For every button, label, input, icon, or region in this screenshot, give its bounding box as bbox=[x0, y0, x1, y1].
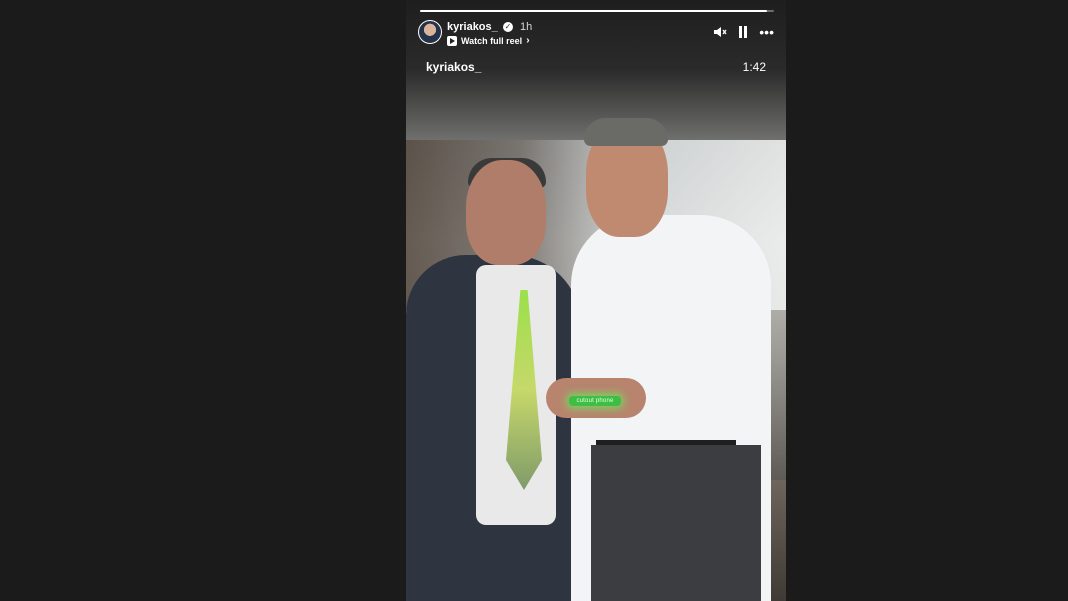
watch-full-reel-link[interactable]: Watch full reel › bbox=[447, 35, 530, 46]
reel-username[interactable]: kyriakos_ bbox=[426, 60, 481, 74]
photo-head-left bbox=[466, 160, 546, 265]
avatar[interactable] bbox=[418, 20, 442, 44]
story-controls: ••• bbox=[713, 24, 774, 40]
story-progress-fill bbox=[420, 10, 767, 12]
story-username[interactable]: kyriakos_ bbox=[447, 21, 498, 33]
story-viewer[interactable]: cutout phone kyriakos_ ✓ 1h Watch full r… bbox=[406, 0, 786, 601]
story-header: kyriakos_ ✓ 1h Watch full reel › ••• bbox=[418, 20, 774, 50]
glowing-sticker[interactable]: cutout phone bbox=[569, 396, 621, 406]
more-options-icon[interactable]: ••• bbox=[759, 24, 774, 40]
pause-icon[interactable] bbox=[737, 25, 749, 39]
chevron-right-icon: › bbox=[526, 35, 530, 46]
reel-duration: 1:42 bbox=[742, 60, 766, 74]
watch-full-reel-label: Watch full reel bbox=[461, 35, 523, 46]
story-time-ago: 1h bbox=[520, 21, 533, 33]
speaker-muted-icon[interactable] bbox=[713, 25, 727, 39]
verified-badge-icon: ✓ bbox=[503, 22, 513, 32]
photo-hair-right bbox=[584, 118, 668, 146]
story-progress-bar bbox=[420, 10, 774, 12]
photo-trousers bbox=[591, 445, 761, 601]
reel-play-icon bbox=[447, 35, 457, 46]
